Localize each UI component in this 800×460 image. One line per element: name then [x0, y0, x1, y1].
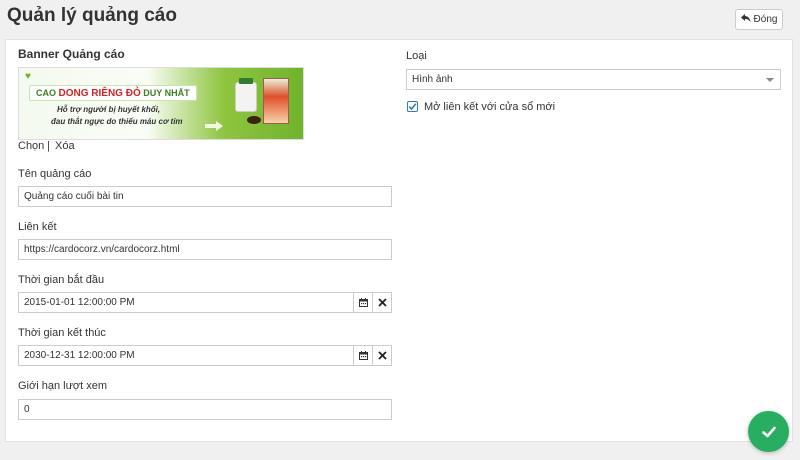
reply-icon — [740, 13, 751, 26]
page-title: Quản lý quảng cáo — [7, 5, 177, 26]
start-calendar-button[interactable] — [353, 292, 373, 313]
type-select-value: Hình ảnh — [412, 74, 453, 85]
close-button[interactable]: Đóng — [735, 9, 783, 30]
delete-image-link[interactable]: Xóa — [55, 140, 75, 152]
link-label: Liên kết — [18, 221, 57, 233]
start-time-input[interactable]: 2015-01-01 12:00:00 PM — [18, 292, 354, 313]
banner-image: ♥ CAO DONG RIÊNG ĐỎ DUY NHẤT Hỗ trợ ngườ… — [18, 67, 304, 140]
link-input[interactable]: https://cardocorz.vn/cardocorz.html — [18, 239, 392, 260]
name-label: Tên quảng cáo — [18, 168, 92, 180]
product-bottle — [235, 78, 257, 112]
end-time-label: Thời gian kết thúc — [18, 327, 106, 339]
new-window-label: Mở liên kết với cửa sổ mới — [424, 101, 556, 113]
close-icon — [377, 298, 387, 307]
end-clear-button[interactable] — [372, 345, 392, 366]
banner-text-line1: Hỗ trợ người bị huyết khối, — [57, 105, 161, 114]
banner-text-line2: đau thắt ngực do thiếu máu cơ tim — [51, 117, 183, 126]
calendar-icon — [358, 351, 368, 360]
banner-headline: CAO DONG RIÊNG ĐỎ DUY NHẤT — [29, 85, 197, 101]
view-limit-input[interactable]: 0 — [18, 399, 392, 420]
chevron-down-icon — [766, 78, 774, 82]
calendar-icon — [358, 298, 368, 307]
choose-image-link[interactable]: Chọn — [18, 140, 44, 152]
close-button-label: Đóng — [753, 14, 778, 25]
banner-section-title: Banner Quảng cáo — [18, 47, 125, 61]
end-calendar-button[interactable] — [353, 345, 373, 366]
arrow-right-icon — [205, 121, 223, 131]
type-select[interactable]: Hình ảnh — [406, 69, 781, 90]
view-limit-label: Giới hạn lượt xem — [18, 380, 108, 392]
link-separator: | — [47, 140, 50, 152]
start-clear-button[interactable] — [372, 292, 392, 313]
type-label: Loại — [406, 50, 427, 62]
product-box — [263, 78, 289, 124]
end-time-input[interactable]: 2030-12-31 12:00:00 PM — [18, 345, 354, 366]
name-input[interactable]: Quảng cáo cuối bài tin — [18, 186, 392, 207]
ad-form-panel: Banner Quảng cáo ♥ CAO DONG RIÊNG ĐỎ DUY… — [5, 39, 793, 442]
check-icon — [761, 426, 776, 437]
close-icon — [377, 351, 387, 360]
product-pills — [247, 116, 261, 124]
checkmark-icon — [408, 103, 417, 111]
start-time-label: Thời gian bắt đầu — [18, 274, 105, 286]
new-window-checkbox[interactable] — [407, 101, 418, 112]
heart-logo-icon: ♥ — [25, 71, 31, 82]
save-button[interactable] — [748, 411, 789, 452]
